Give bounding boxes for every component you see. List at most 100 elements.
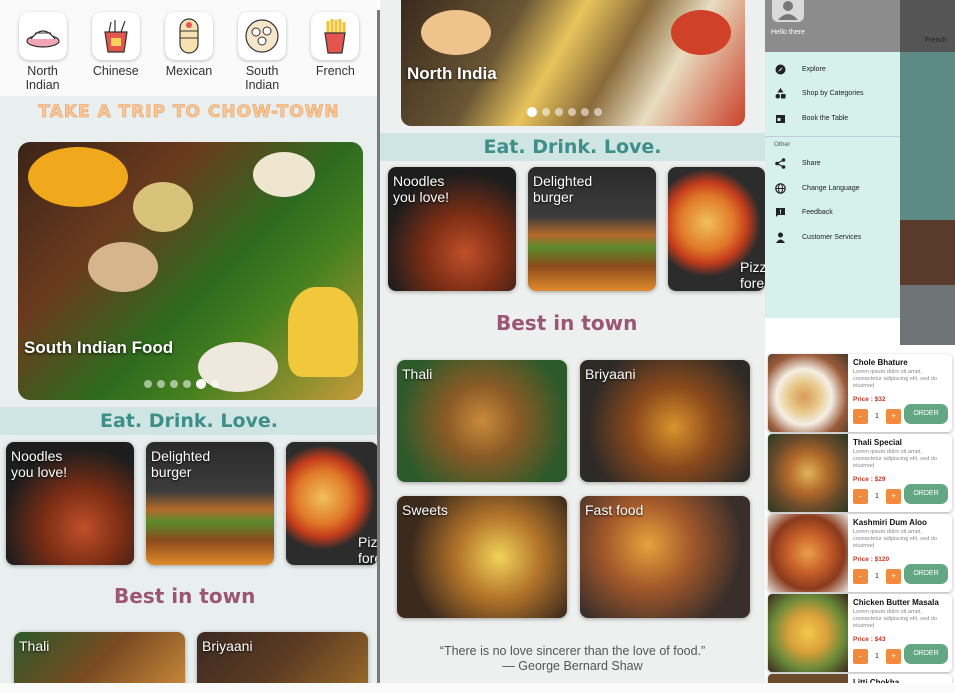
promo-card-noodles[interactable]: Noodles you love! [6,442,134,565]
tile-briyaani[interactable]: Briyaani [580,360,750,482]
carousel-dot[interactable] [211,380,219,388]
carousel-dots [144,379,219,389]
tile-thali[interactable]: Thali [397,360,567,482]
order-button[interactable]: ORDER [904,644,948,664]
category-row: North Indian Chinese Mexican South India… [0,0,378,96]
carousel-dot[interactable] [594,108,602,116]
drawer-item-shop-by-categories[interactable]: Shop by Categories [765,82,900,107]
tile-label: Briyaani [202,638,253,654]
home-screen-left: North Indian Chinese Mexican South India… [0,0,378,693]
increment-button[interactable]: + [886,489,901,504]
quote-author: — George Bernard Shaw [502,659,643,673]
best-in-town-title: Best in town [496,311,638,335]
product-name: Chole Bhature [853,358,908,367]
dimmed-pizza-card [900,220,955,285]
product-card-kashmiri-dum-aloo[interactable]: Kashmiri Dum Aloo Lorem ipsum dolor sit … [768,514,952,592]
carousel-dot[interactable] [568,108,576,116]
carousel-dot-active[interactable] [527,107,537,117]
decrement-button[interactable]: - [853,649,868,664]
decrement-button[interactable]: - [853,409,868,424]
category-mexican[interactable]: Mexican [159,12,219,96]
order-button[interactable]: ORDER [904,484,948,504]
eat-drink-love-band: Eat. Drink. Love. [0,407,378,435]
product-image [768,514,848,592]
burrito-icon [164,12,213,60]
tile-fast-food[interactable]: Fast food [580,496,750,618]
drawer-item-label: Shop by Categories [802,90,864,98]
decrement-button[interactable]: - [853,489,868,504]
carousel-dot[interactable] [157,380,165,388]
drawer-item-customer-services[interactable]: Customer Services [765,225,900,250]
category-chinese[interactable]: Chinese [86,12,146,96]
promo-card-burger[interactable]: Delighted burger [146,442,274,565]
drawer-item-label: Explore [802,65,826,73]
idli-icon [238,12,287,60]
product-image [768,594,848,672]
drawer-item-label: Feedback [802,209,833,217]
product-description: Lorem ipsum dolor sit amet, consectetur … [853,449,937,469]
tile-label: Sweets [402,502,448,518]
hero-carousel[interactable]: North India [401,0,745,126]
order-button[interactable]: ORDER [904,404,948,424]
drawer-item-feedback[interactable]: Feedback [765,201,900,226]
category-label: French [315,64,355,78]
product-card-thali-special[interactable]: Thali Special Lorem ipsum dolor sit amet… [768,434,952,512]
category-north-indian[interactable]: North Indian [13,12,73,96]
drawer-item-book-the-table[interactable]: Book the Table [765,106,900,131]
quantity-stepper: - 1 + [853,649,901,664]
drawer-item-explore[interactable]: Explore [765,57,900,82]
increment-button[interactable]: + [886,649,901,664]
tile-label: Thali [19,638,50,654]
drawer-item-label: Share [802,160,821,168]
promo-label: Pizz fore [740,259,765,291]
carousel-dot-active[interactable] [196,379,206,389]
quantity-stepper: - 1 + [853,489,901,504]
category-south-indian[interactable]: South Indian [232,12,292,96]
promo-label: Delighted burger [533,173,593,205]
product-description: Lorem ipsum dolor sit amet, consectetur … [853,529,937,549]
drawer-item-change-language[interactable]: Change Language [765,176,900,201]
promo-card-pizza[interactable]: Pizz fore [668,167,765,291]
hero-title: South Indian Food [24,338,174,357]
promo-card-pizza[interactable]: Pizz fore [286,442,378,565]
drawer-item-share[interactable]: Share [765,152,900,177]
globe-icon [774,182,786,194]
food-bowl [88,242,158,292]
tile-label: Thali [402,366,433,382]
increment-button[interactable]: + [886,409,901,424]
drawer-and-menu-screen: French Hello there Explore Shop by Categ… [765,0,955,693]
product-price: Price : $120 [853,556,890,563]
category-french[interactable]: French [305,12,365,96]
increment-button[interactable]: + [886,569,901,584]
hero-carousel[interactable]: South Indian Food [18,142,363,400]
drawer-header: Hello there [765,0,900,52]
food-bowl [253,152,315,197]
promo-card-burger[interactable]: Delighted burger [528,167,656,291]
carousel-dot[interactable] [144,380,152,388]
quantity-value: 1 [875,413,879,420]
home-screen-middle: North India Eat. Drink. Love. Noodles yo… [380,0,765,693]
share-icon [774,158,786,170]
avatar[interactable] [772,0,804,22]
noodle-box-icon [91,12,140,60]
product-card-chole-bhature[interactable]: Chole Bhature Lorem ipsum dolor sit amet… [768,354,952,432]
dimmed-background[interactable] [900,0,955,345]
hero-title: North India [407,64,497,83]
carousel-dot[interactable] [542,108,550,116]
promo-card-noodles[interactable]: Noodles you love! [388,167,516,291]
carousel-dot[interactable] [581,108,589,116]
order-button[interactable]: ORDER [904,564,948,584]
carousel-dot[interactable] [170,380,178,388]
product-card-chicken-butter-masala[interactable]: Chicken Butter Masala Lorem ipsum dolor … [768,594,952,672]
tile-sweets[interactable]: Sweets [397,496,567,618]
carousel-dot[interactable] [555,108,563,116]
bottom-navigation-edge [0,683,955,693]
carousel-dot[interactable] [183,380,191,388]
product-description: Lorem ipsum dolor sit amet, consectetur … [853,609,937,629]
decrement-button[interactable]: - [853,569,868,584]
product-price: Price : $29 [853,476,886,483]
tagline: TAKE A TRIP TO CHOW-TOWN [38,102,340,123]
product-price: Price : $43 [853,636,886,643]
drawer-item-label: Change Language [802,184,860,192]
promo-label: Noodles you love! [11,448,68,480]
